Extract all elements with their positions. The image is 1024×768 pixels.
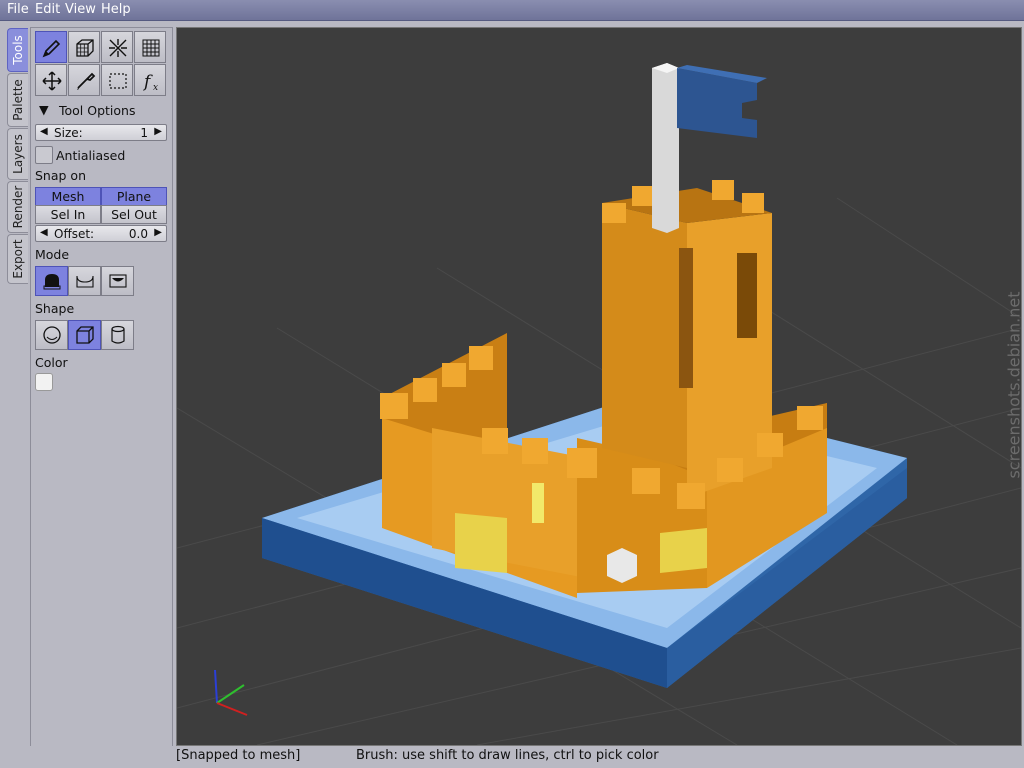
move-icon — [42, 71, 62, 91]
mode-subtract-icon — [76, 275, 94, 288]
mode-paint-button[interactable] — [101, 266, 134, 296]
tab-tools[interactable]: Tools — [7, 28, 28, 72]
tab-export[interactable]: Export — [7, 234, 28, 284]
mode-label: Mode — [35, 247, 70, 262]
menu-file[interactable]: File — [7, 2, 29, 17]
menu-view[interactable]: View — [65, 2, 96, 17]
selection-tool-button[interactable] — [101, 64, 133, 96]
tab-layers[interactable]: Layers — [7, 128, 28, 180]
eyedropper-tool-button[interactable] — [68, 64, 100, 96]
mode-paint-icon — [109, 274, 127, 288]
tab-palette[interactable]: Palette — [7, 73, 28, 127]
decrease-arrow-icon[interactable]: ◀ — [40, 227, 48, 238]
eyedropper-icon — [77, 72, 96, 90]
svg-text:x: x — [153, 83, 158, 92]
statusbar: [Snapped to mesh] Brush: use shift to dr… — [0, 746, 1024, 768]
watermark: screenshots.debian.net — [1004, 291, 1024, 479]
tool-options-header: Tool Options — [59, 103, 136, 118]
pencil-tool-button[interactable] — [35, 31, 67, 63]
svg-text:f: f — [142, 72, 153, 92]
sparkle-tool-button[interactable] — [101, 31, 133, 63]
antialiased-label: Antialiased — [56, 148, 126, 163]
cylinder-icon — [111, 325, 125, 344]
grid-icon — [142, 39, 160, 57]
shape-cube-button[interactable] — [68, 320, 101, 350]
sphere-icon — [43, 326, 61, 344]
cube-shape-icon — [76, 326, 94, 344]
shape-cylinder-button[interactable] — [101, 320, 134, 350]
size-spinbox[interactable]: ◀ Size: 1 ▶ — [35, 124, 167, 141]
increase-arrow-icon[interactable]: ▶ — [154, 227, 162, 238]
axis-gizmo — [214, 669, 248, 716]
tab-render[interactable]: Render — [7, 181, 28, 233]
tool-hint: Brush: use shift to draw lines, ctrl to … — [356, 748, 659, 763]
menu-edit[interactable]: Edit — [35, 2, 60, 17]
cube-tool-button[interactable] — [68, 31, 100, 63]
snap-mesh-button[interactable]: Mesh — [35, 187, 101, 206]
sparkle-icon — [109, 39, 127, 57]
castle — [380, 180, 827, 598]
decrease-arrow-icon[interactable]: ◀ — [40, 126, 48, 137]
cube-icon — [76, 39, 94, 57]
mode-add-button[interactable] — [35, 266, 68, 296]
snap-on-label: Snap on — [35, 168, 86, 183]
color-swatch[interactable] — [35, 373, 53, 391]
mode-add-icon — [43, 274, 61, 290]
increase-arrow-icon[interactable]: ▶ — [154, 126, 162, 137]
snap-sel-in-button[interactable]: Sel In — [35, 205, 101, 224]
pencil-icon — [42, 39, 61, 58]
menu-help[interactable]: Help — [101, 2, 131, 17]
move-tool-button[interactable] — [35, 64, 67, 96]
function-tool-button[interactable]: fx — [134, 64, 166, 96]
selection-rect-icon — [109, 73, 127, 89]
3d-viewport[interactable] — [176, 27, 1022, 746]
shape-sphere-button[interactable] — [35, 320, 68, 350]
antialiased-checkbox[interactable] — [35, 146, 53, 164]
offset-spinbox[interactable]: ◀ Offset: 0.0 ▶ — [35, 225, 167, 242]
snap-sel-out-button[interactable]: Sel Out — [101, 205, 167, 224]
snap-status: [Snapped to mesh] — [176, 748, 301, 763]
tools-panel: fx ▼ Tool Options ◀ Size: 1 ▶ Antialiase… — [30, 27, 173, 764]
shape-label: Shape — [35, 301, 75, 316]
snap-plane-button[interactable]: Plane — [101, 187, 167, 206]
voxel-scene — [177, 63, 1021, 745]
mode-subtract-button[interactable] — [68, 266, 101, 296]
tool-options-expander-icon[interactable]: ▼ — [39, 102, 49, 117]
function-icon: fx — [142, 72, 158, 92]
color-label: Color — [35, 355, 68, 370]
grid-tool-button[interactable] — [134, 31, 166, 63]
menubar: File Edit View Help — [0, 0, 1024, 21]
